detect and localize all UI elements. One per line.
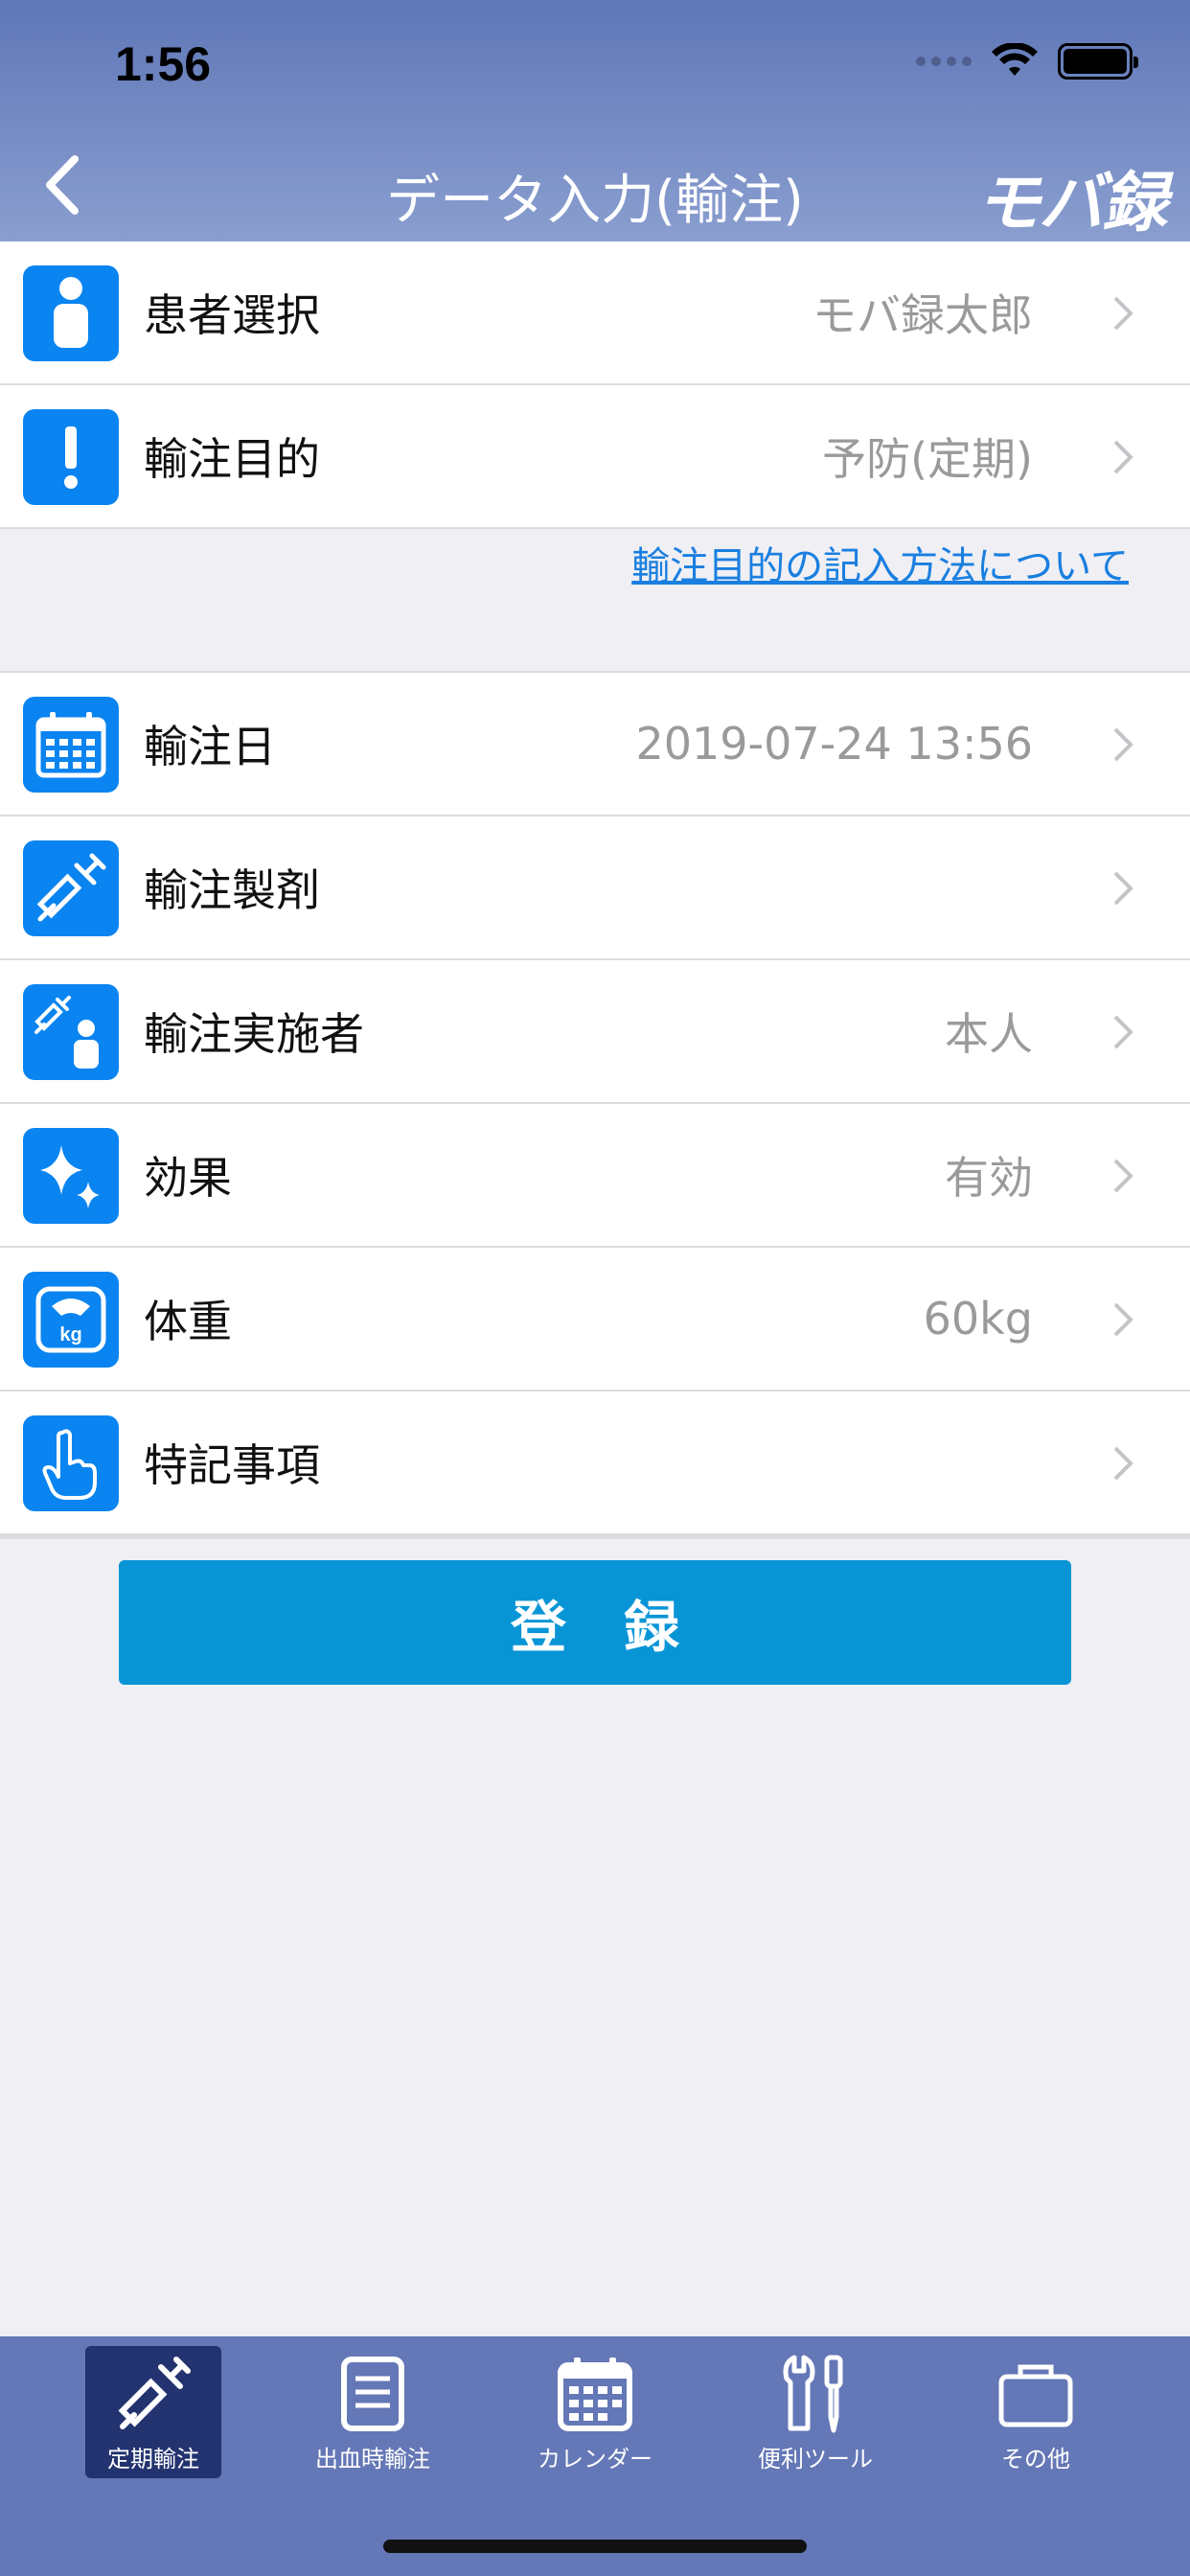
purpose-help-link[interactable]: 輸注目的の記入方法について [631, 535, 1129, 590]
svg-text:kg: kg [59, 1324, 81, 1346]
row-weight[interactable]: kg 体重 60kg [0, 1248, 1190, 1392]
scale-icon: kg [23, 1272, 119, 1368]
row-infusion-purpose[interactable]: 輸注目的 予防(定期) [0, 385, 1190, 529]
row-label: 特記事項 [144, 1439, 320, 1491]
sparkle-icon [23, 1128, 119, 1224]
section-divider [0, 1535, 1190, 1539]
tab-label: 定期輸注 [107, 2446, 199, 2472]
chevron-right-icon [1113, 1446, 1133, 1481]
app-logo: モバ録 [974, 166, 1167, 242]
row-effect[interactable]: 効果 有効 [0, 1104, 1190, 1248]
register-button[interactable]: 登録 [119, 1560, 1071, 1685]
navigation-header: 1:56 データ入力(輸注) モバ録 [0, 0, 1190, 242]
row-special-notes[interactable]: 特記事項 [0, 1392, 1190, 1535]
row-label: 輸注実施者 [144, 1008, 364, 1060]
status-indicators [916, 42, 1138, 80]
chevron-right-icon [1113, 440, 1133, 474]
row-infusion-performer[interactable]: 輸注実施者 本人 [0, 960, 1190, 1104]
tab-calendar[interactable]: カレンダー [527, 2346, 663, 2478]
status-time: 1:56 [115, 37, 212, 91]
chevron-right-icon [1113, 1015, 1133, 1049]
patient-section: 患者選択 モバ録太郎 輸注目的 予防(定期) [0, 242, 1190, 529]
tools-icon [783, 2355, 843, 2433]
row-value: 予防(定期) [822, 433, 1033, 485]
row-label: 患者選択 [144, 289, 320, 341]
signal-icon [916, 57, 972, 66]
home-indicator[interactable] [383, 2540, 807, 2553]
tab-label: 出血時輸注 [315, 2446, 430, 2472]
tab-bleeding-infusion[interactable]: 出血時輸注 [305, 2346, 441, 2478]
row-value: モバ録太郎 [812, 289, 1033, 341]
folder-icon [998, 2364, 1073, 2427]
tab-scheduled-infusion[interactable]: 定期輸注 [85, 2346, 221, 2478]
calendar-icon [558, 2358, 632, 2431]
pointing-hand-icon [23, 1415, 119, 1511]
tab-label: その他 [1001, 2446, 1070, 2472]
calendar-icon [23, 697, 119, 793]
tab-tools[interactable]: 便利ツール [747, 2346, 883, 2478]
row-label: 輸注日 [144, 721, 276, 772]
row-label: 体重 [144, 1296, 232, 1347]
help-link-area: 輸注目的の記入方法について [0, 529, 1190, 671]
syringe-icon [118, 2357, 191, 2429]
infusion-detail-section: 輸注日 2019-07-24 13:56 輸注製剤 輸注実施者 本人 効果 有効… [0, 671, 1190, 1535]
row-value: 2019-07-24 13:56 [635, 718, 1033, 770]
person-icon [23, 265, 119, 361]
exclamation-icon [23, 409, 119, 505]
row-value: 有効 [945, 1152, 1033, 1204]
tab-label: カレンダー [538, 2446, 652, 2472]
battery-icon [1058, 43, 1138, 80]
row-patient-select[interactable]: 患者選択 モバ録太郎 [0, 242, 1190, 385]
chevron-right-icon [1113, 296, 1133, 331]
list-icon [341, 2357, 404, 2431]
row-infusion-date[interactable]: 輸注日 2019-07-24 13:56 [0, 673, 1190, 816]
row-value: 本人 [945, 1008, 1033, 1060]
row-value: 60kg [923, 1293, 1033, 1345]
tab-other[interactable]: その他 [968, 2346, 1104, 2478]
tab-label: 便利ツール [758, 2446, 873, 2472]
row-label: 効果 [144, 1152, 232, 1204]
row-label: 輸注製剤 [144, 864, 320, 916]
row-infusion-product[interactable]: 輸注製剤 [0, 816, 1190, 960]
syringe-person-icon [23, 984, 119, 1080]
chevron-right-icon [1113, 727, 1133, 762]
wifi-icon [992, 43, 1038, 76]
chevron-right-icon [1113, 1159, 1133, 1193]
chevron-right-icon [1113, 871, 1133, 906]
row-label: 輸注目的 [144, 433, 320, 485]
chevron-right-icon [1113, 1302, 1133, 1337]
syringe-icon [23, 840, 119, 936]
